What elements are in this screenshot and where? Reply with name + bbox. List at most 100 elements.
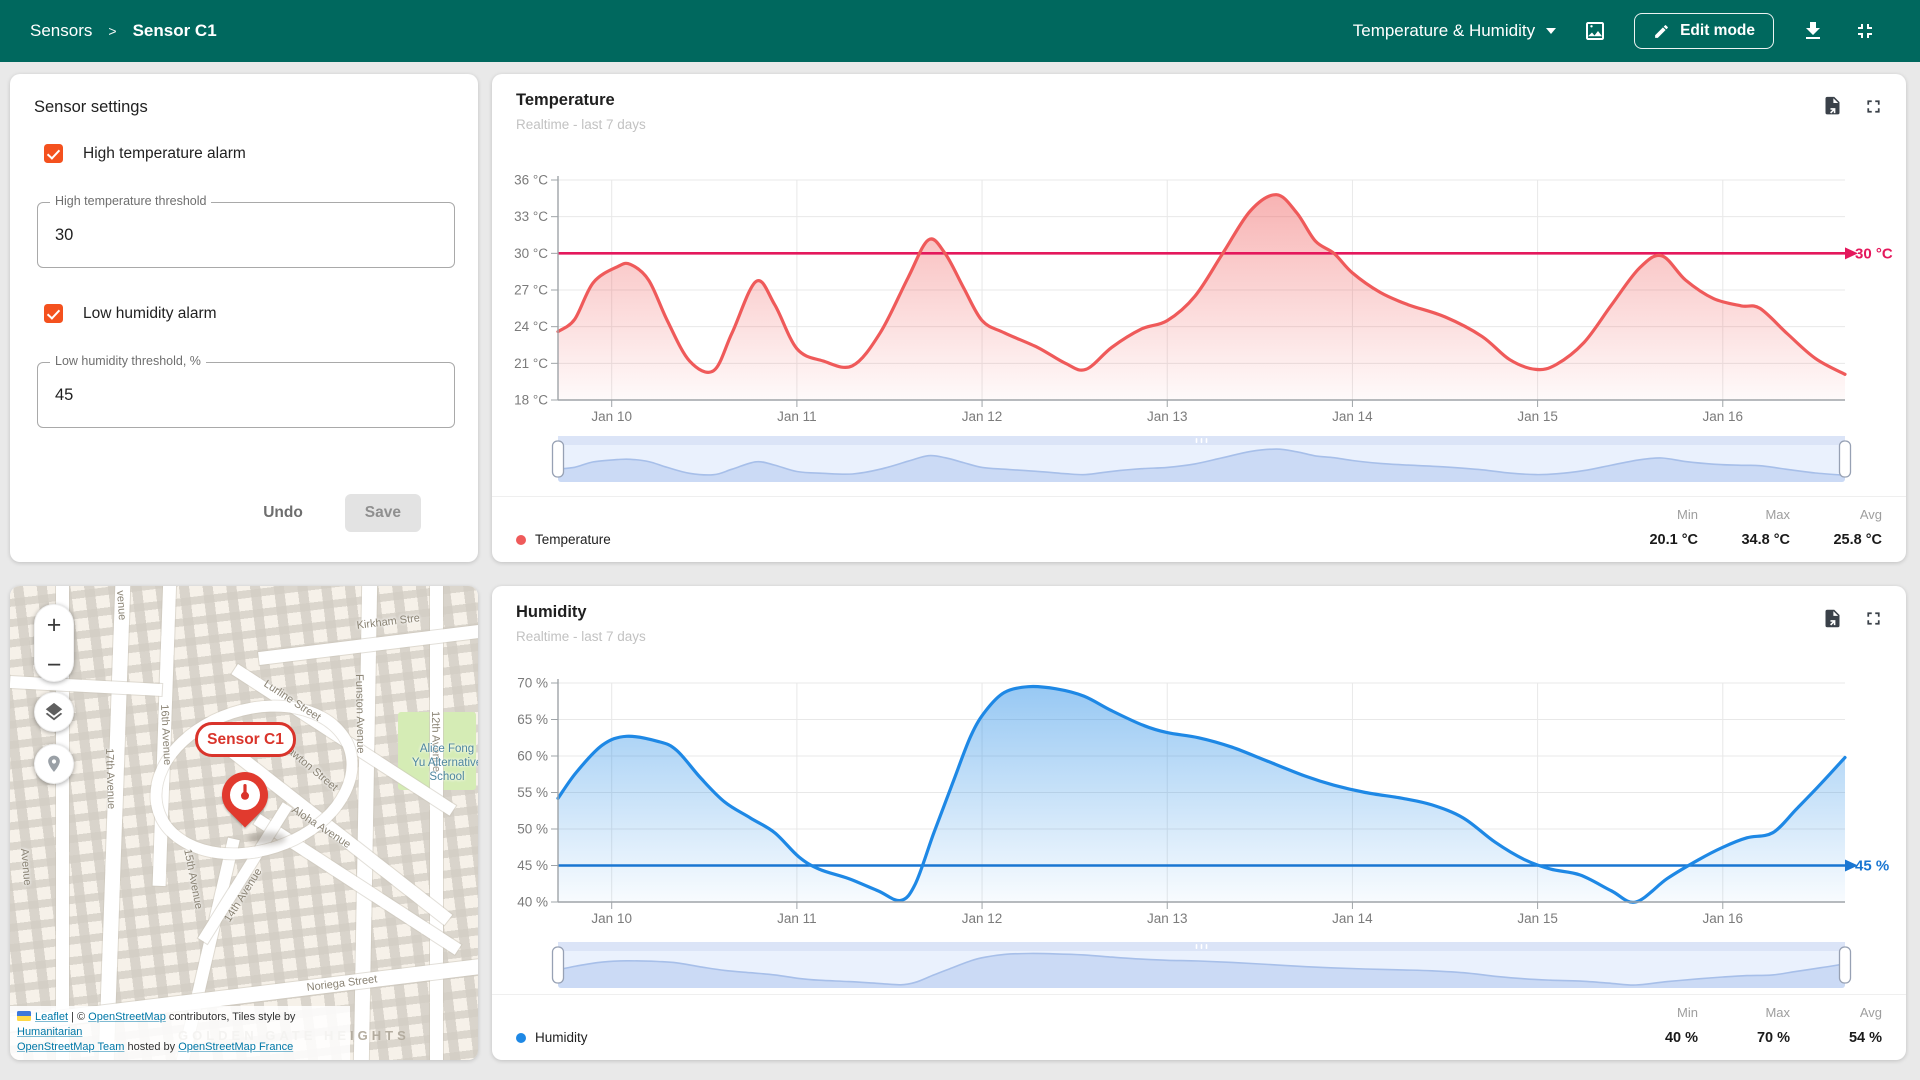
attribution-link[interactable]: OpenStreetMap bbox=[88, 1011, 166, 1023]
map-layers-button[interactable] bbox=[34, 692, 74, 732]
temperature-legend-dot bbox=[516, 535, 526, 545]
humidity-legend-dot bbox=[516, 1033, 526, 1043]
svg-text:65 %: 65 % bbox=[517, 712, 548, 727]
attribution-text: hosted by bbox=[124, 1041, 178, 1053]
attribution-link[interactable]: OpenStreetMap France bbox=[178, 1041, 293, 1053]
svg-text:Jan 14: Jan 14 bbox=[1332, 911, 1373, 926]
svg-text:70 %: 70 % bbox=[517, 676, 548, 691]
max-header: Max bbox=[1730, 507, 1790, 522]
svg-text:Jan 15: Jan 15 bbox=[1517, 911, 1558, 926]
temperature-chart-card: Temperature Realtime - last 7 days 36 °C… bbox=[492, 74, 1906, 562]
humidity-stats: Min 40 % Max 70 % Avg 54 % bbox=[1638, 1005, 1882, 1046]
attribution-text: contributors, Tiles style by bbox=[166, 1011, 296, 1023]
ukraine-flag-icon bbox=[17, 1011, 31, 1021]
sensor-settings-card: Sensor settings High temperature alarm H… bbox=[10, 74, 478, 562]
svg-text:27 °C: 27 °C bbox=[514, 283, 548, 298]
layers-icon bbox=[43, 701, 65, 723]
svg-text:33 °C: 33 °C bbox=[514, 209, 548, 224]
state-select-label: Temperature & Humidity bbox=[1353, 21, 1535, 41]
svg-text:Jan 11: Jan 11 bbox=[777, 409, 817, 424]
map-zoom-out-button[interactable]: − bbox=[35, 645, 73, 685]
avg-header: Avg bbox=[1822, 1005, 1882, 1020]
max-value: 70 % bbox=[1730, 1030, 1790, 1046]
low-humidity-alarm-label: Low humidity alarm bbox=[83, 305, 217, 323]
svg-text:55 %: 55 % bbox=[517, 785, 548, 800]
humidity-legend-label: Humidity bbox=[535, 1030, 588, 1045]
map-locate-button[interactable] bbox=[34, 744, 74, 784]
attribution-text: | © bbox=[68, 1011, 88, 1023]
humidity-chart[interactable]: 70 %65 %60 %55 %50 %45 %40 %Jan 10Jan 11… bbox=[492, 586, 1906, 1060]
attribution-link[interactable]: OpenStreetMap Team bbox=[17, 1041, 124, 1053]
breadcrumb-sensors[interactable]: Sensors bbox=[30, 21, 92, 41]
svg-text:Jan 13: Jan 13 bbox=[1147, 409, 1188, 424]
svg-text:Jan 12: Jan 12 bbox=[962, 409, 1003, 424]
low-humidity-threshold-input[interactable] bbox=[38, 363, 454, 427]
attribution-link[interactable]: Leaflet bbox=[35, 1011, 68, 1023]
marker-shadow bbox=[248, 832, 286, 845]
svg-text:Jan 16: Jan 16 bbox=[1703, 409, 1744, 424]
svg-text:Jan 16: Jan 16 bbox=[1703, 911, 1744, 926]
high-temperature-alarm-checkbox[interactable] bbox=[44, 144, 63, 163]
humidity-datazoom-right-handle[interactable] bbox=[1837, 942, 1853, 988]
save-button[interactable]: Save bbox=[345, 494, 421, 532]
low-humidity-alarm-checkbox[interactable] bbox=[44, 304, 63, 323]
min-value: 40 % bbox=[1638, 1030, 1698, 1046]
svg-text:Jan 11: Jan 11 bbox=[777, 911, 817, 926]
svg-text:30 °C: 30 °C bbox=[514, 246, 548, 261]
high-temperature-alarm-label: High temperature alarm bbox=[83, 145, 246, 163]
svg-text:24 °C: 24 °C bbox=[514, 319, 548, 334]
chevron-down-icon bbox=[1546, 28, 1556, 34]
temperature-chart[interactable]: 36 °C 33 °C 30 °C 27 °C 24 °C 21 °C 18 °C Jan 1… bbox=[492, 74, 1906, 562]
pencil-icon bbox=[1653, 23, 1670, 40]
temperature-datazoom-right-handle[interactable] bbox=[1837, 436, 1853, 482]
breadcrumb-separator: > bbox=[108, 23, 116, 39]
svg-text:40 %: 40 % bbox=[517, 895, 548, 910]
svg-text:Jan 15: Jan 15 bbox=[1517, 409, 1558, 424]
avg-value: 54 % bbox=[1822, 1030, 1882, 1046]
dashboard-state-select[interactable]: Temperature & Humidity bbox=[1353, 21, 1556, 41]
svg-text:36 °C: 36 °C bbox=[514, 173, 548, 188]
svg-text:Jan 10: Jan 10 bbox=[591, 409, 632, 424]
min-header: Min bbox=[1638, 1005, 1698, 1020]
map-zoom-control: + − bbox=[34, 604, 74, 682]
svg-text:Jan 14: Jan 14 bbox=[1332, 409, 1373, 424]
humidity-legend[interactable]: Humidity bbox=[516, 1030, 588, 1046]
max-header: Max bbox=[1730, 1005, 1790, 1020]
image-gallery-icon[interactable] bbox=[1582, 18, 1608, 44]
thermometer-icon bbox=[234, 781, 256, 803]
avg-value: 25.8 °C bbox=[1822, 532, 1882, 548]
svg-text:Jan 13: Jan 13 bbox=[1147, 911, 1188, 926]
map-school-label: Alice Fong Yu Alternative School bbox=[404, 742, 478, 784]
edit-mode-label: Edit mode bbox=[1680, 22, 1755, 40]
temperature-datazoom-track[interactable] bbox=[558, 436, 1845, 482]
breadcrumb-current: Sensor C1 bbox=[133, 21, 217, 41]
svg-text:45 %: 45 % bbox=[517, 858, 548, 873]
undo-button[interactable]: Undo bbox=[263, 504, 303, 522]
max-value: 34.8 °C bbox=[1730, 532, 1790, 548]
humidity-datazoom-track[interactable] bbox=[558, 942, 1845, 988]
download-icon[interactable] bbox=[1800, 18, 1826, 44]
high-temperature-threshold-input[interactable] bbox=[38, 203, 454, 267]
svg-text:60 %: 60 % bbox=[517, 749, 548, 764]
svg-text:18 °C: 18 °C bbox=[514, 393, 548, 408]
map-street-label: 17th Avenue bbox=[103, 748, 117, 809]
svg-text:50 %: 50 % bbox=[517, 822, 548, 837]
settings-title: Sensor settings bbox=[34, 98, 148, 117]
map-zoom-in-button[interactable]: + bbox=[35, 605, 73, 645]
attribution-link[interactable]: Humanitarian bbox=[17, 1026, 82, 1038]
humidity-chart-card: Humidity Realtime - last 7 days 70 %65 %… bbox=[492, 586, 1906, 1060]
temperature-stats: Min20.1 °C Max34.8 °C Avg25.8 °C bbox=[1638, 507, 1882, 548]
map-street-label: Funston Avenue bbox=[353, 674, 366, 754]
sensor-marker-tooltip[interactable]: Sensor C1 bbox=[195, 722, 296, 757]
min-header: Min bbox=[1638, 507, 1698, 522]
fullscreen-exit-icon[interactable] bbox=[1852, 18, 1878, 44]
svg-text:21 °C: 21 °C bbox=[514, 356, 548, 371]
svg-text:30 °C: 30 °C bbox=[1855, 245, 1893, 262]
high-temperature-threshold-field: High temperature threshold bbox=[37, 202, 455, 268]
temperature-legend[interactable]: Temperature bbox=[516, 532, 611, 548]
edit-mode-button[interactable]: Edit mode bbox=[1634, 13, 1774, 49]
sensor-map-card[interactable]: Kirkham StreFunston Avenue12th AvenueLur… bbox=[10, 586, 478, 1060]
top-header: Sensors > Sensor C1 Temperature & Humidi… bbox=[0, 0, 1920, 62]
svg-text:45 %: 45 % bbox=[1855, 858, 1889, 875]
place-icon bbox=[44, 754, 64, 774]
